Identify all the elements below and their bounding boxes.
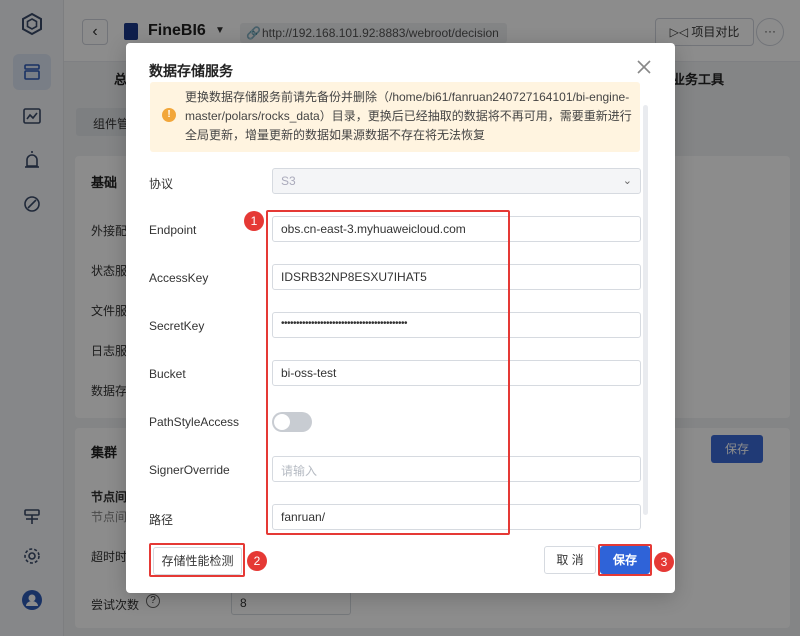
callout-badge-1: 1 (244, 211, 264, 231)
callout-badge-3: 3 (654, 552, 674, 572)
warning-alert: ! 更换数据存储服务前请先备份并删除（/home/bi61/fanruan240… (150, 82, 640, 152)
callout-box-save (598, 544, 652, 576)
protocol-value: S3 (281, 174, 296, 188)
chevron-down-icon: ⌄ (622, 175, 632, 187)
pathstyle-label: PathStyleAccess (149, 415, 240, 429)
callout-badge-2: 2 (247, 551, 267, 571)
alert-text: 更换数据存储服务前请先备份并删除（/home/bi61/fanruan24072… (185, 90, 632, 142)
secretkey-label: SecretKey (149, 319, 205, 333)
signer-label: SignerOverride (149, 463, 230, 477)
warning-icon: ! (162, 108, 176, 122)
endpoint-label: Endpoint (149, 223, 197, 237)
cancel-button[interactable]: 取 消 (544, 546, 596, 574)
callout-box-perf (149, 543, 245, 577)
close-icon[interactable] (635, 58, 653, 76)
accesskey-label: AccessKey (149, 271, 209, 285)
bucket-label: Bucket (149, 367, 186, 381)
callout-box-fields (266, 210, 510, 535)
path-label: 路径 (149, 513, 174, 527)
protocol-label: 协议 (149, 177, 174, 191)
dialog-title: 数据存储服务 (149, 63, 233, 79)
protocol-select[interactable]: S3 ⌄ (272, 168, 641, 194)
dialog-scrollbar[interactable] (643, 105, 648, 515)
storage-service-dialog: 数据存储服务 ! 更换数据存储服务前请先备份并删除（/home/bi61/fan… (126, 43, 675, 593)
